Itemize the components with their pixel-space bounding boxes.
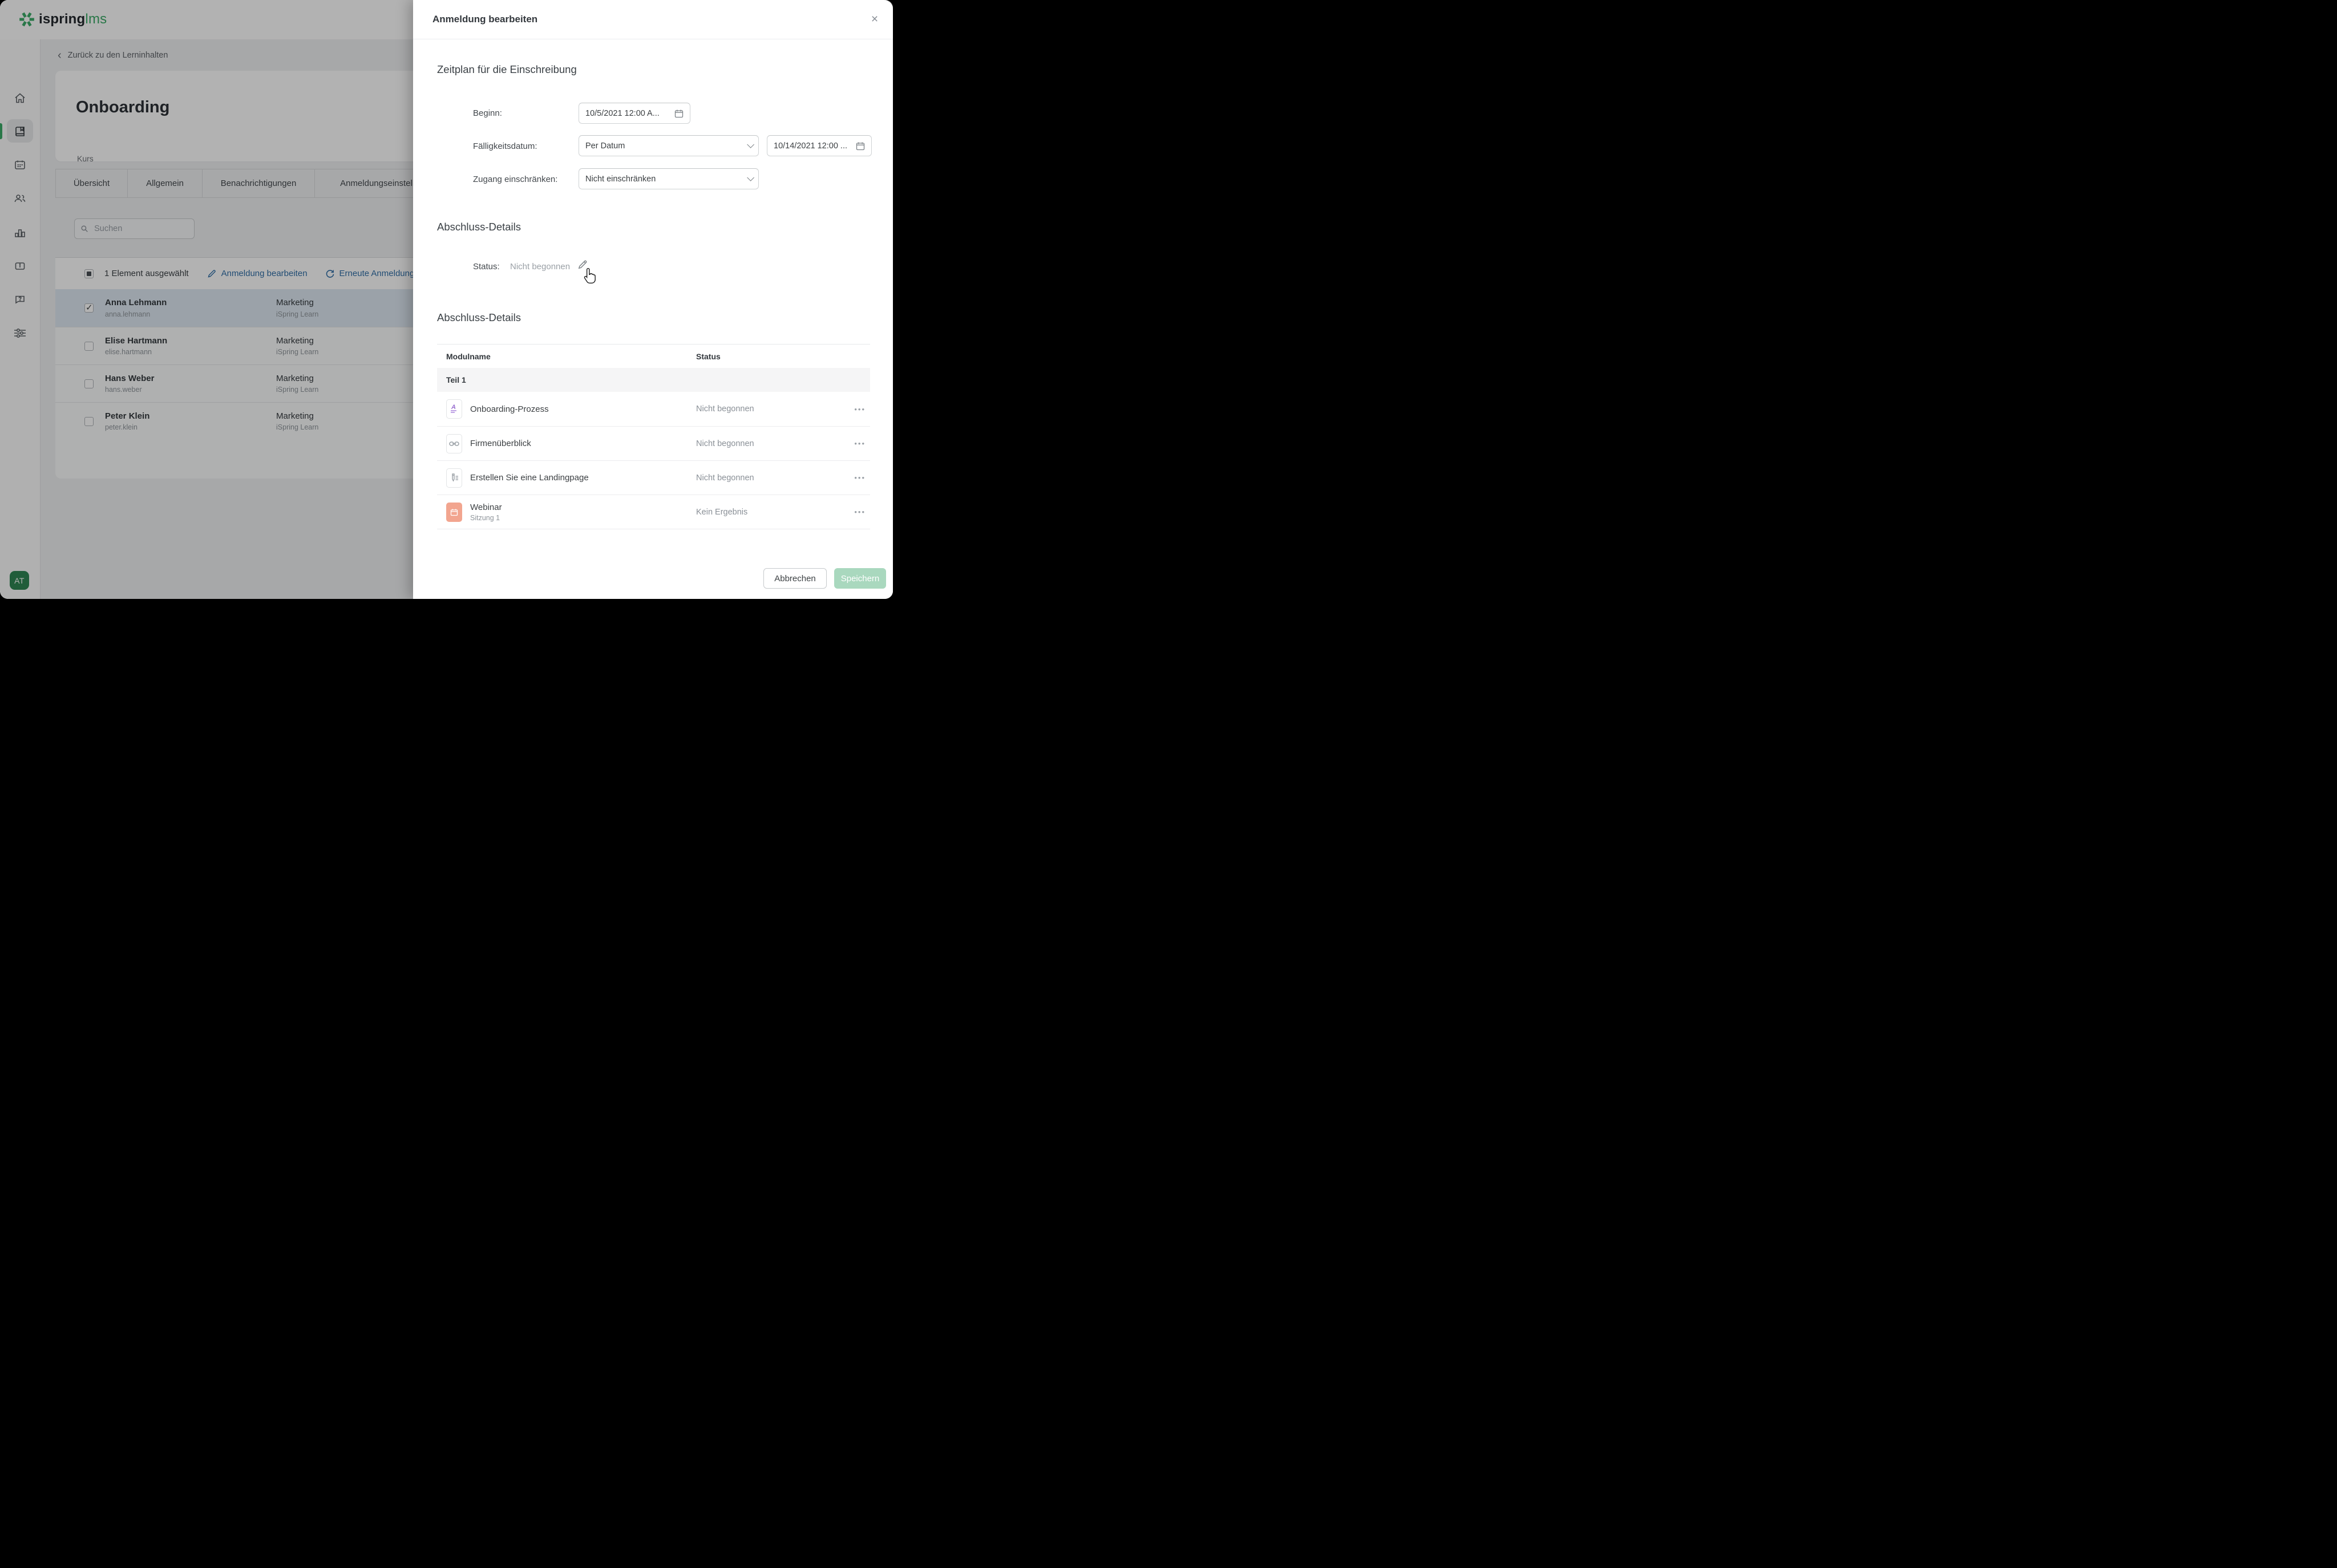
chevron-down-icon: [747, 141, 754, 148]
col-header-status: Status: [696, 352, 847, 361]
module-status: Nicht begonnen: [696, 473, 847, 483]
module-status: Nicht begonnen: [696, 439, 847, 448]
begin-label: Beginn:: [473, 108, 502, 118]
module-status: Nicht begonnen: [696, 404, 847, 414]
module-title: Firmenüberblick: [470, 439, 696, 448]
kebab-menu-icon[interactable]: •••: [847, 405, 870, 414]
module-subtitle: Sitzung 1: [470, 514, 696, 522]
kebab-menu-icon[interactable]: •••: [847, 508, 870, 516]
link-icon: [446, 434, 462, 453]
module-table-header: Modulname Status: [437, 344, 870, 368]
module-row-onboarding-prozess[interactable]: A Onboarding-Prozess Nicht begonnen •••: [437, 392, 870, 426]
chevron-down-icon: [747, 174, 754, 181]
modal-header: Anmeldung bearbeiten ×: [413, 0, 893, 39]
completion-section-heading: Abschluss-Details: [437, 221, 521, 233]
due-date-value: 10/14/2021 12:00 ...: [774, 141, 851, 151]
screenshot-stage: ispringlms AT: [0, 0, 895, 600]
modal-footer: Abbrechen Speichern: [413, 559, 893, 599]
begin-date-input[interactable]: 10/5/2021 12:00 A...: [579, 103, 690, 124]
module-title: Webinar: [470, 503, 696, 512]
cancel-button[interactable]: Abbrechen: [763, 568, 827, 589]
presentation-icon: A: [446, 399, 462, 419]
close-icon[interactable]: ×: [867, 11, 883, 27]
modal-body: Zeitplan für die Einschreibung Beginn: 1…: [413, 39, 893, 559]
module-status: Kein Ergebnis: [696, 508, 847, 517]
module-row-firmenueberblick[interactable]: Firmenüberblick Nicht begonnen •••: [437, 426, 870, 460]
module-row-webinar[interactable]: Webinar Sitzung 1 Kein Ergebnis •••: [437, 495, 870, 529]
module-group-row: Teil 1: [437, 368, 870, 392]
schedule-section-heading: Zeitplan für die Einschreibung: [437, 63, 577, 76]
edit-enrollment-modal: Anmeldung bearbeiten × Zeitplan für die …: [413, 0, 893, 599]
webinar-icon: [446, 503, 462, 522]
assignment-icon: [446, 468, 462, 488]
due-mode-value: Per Datum: [585, 141, 747, 151]
restrict-access-label: Zugang einschränken:: [473, 175, 557, 184]
module-table: Modulname Status Teil 1 A Onboarding-Pro…: [437, 344, 870, 529]
due-mode-select[interactable]: Per Datum: [579, 135, 759, 156]
edit-status-button[interactable]: [577, 259, 588, 273]
due-date-label: Fälligkeitsdatum:: [473, 141, 537, 151]
save-button[interactable]: Speichern: [834, 568, 886, 589]
restrict-access-select[interactable]: Nicht einschränken: [579, 168, 759, 189]
kebab-menu-icon[interactable]: •••: [847, 473, 870, 482]
due-date-input[interactable]: 10/14/2021 12:00 ...: [767, 135, 872, 156]
status-label: Status:: [473, 262, 500, 272]
svg-text:A: A: [451, 404, 456, 411]
begin-date-value: 10/5/2021 12:00 A...: [585, 109, 670, 118]
module-title: Onboarding-Prozess: [470, 404, 696, 414]
pencil-icon: [577, 259, 588, 270]
status-value: Nicht begonnen: [510, 262, 570, 272]
kebab-menu-icon[interactable]: •••: [847, 439, 870, 448]
calendar-icon: [674, 109, 684, 118]
app-window: ispringlms AT: [0, 0, 893, 599]
module-row-landingpage[interactable]: Erstellen Sie eine Landingpage Nicht beg…: [437, 460, 870, 495]
calendar-icon: [856, 141, 865, 151]
completion-details-heading: Abschluss-Details: [437, 311, 521, 324]
col-header-module: Modulname: [437, 352, 696, 361]
module-title: Erstellen Sie eine Landingpage: [470, 473, 696, 483]
restrict-access-value: Nicht einschränken: [585, 175, 747, 184]
modal-title: Anmeldung bearbeiten: [432, 14, 537, 25]
module-rows: A Onboarding-Prozess Nicht begonnen ••• …: [437, 392, 870, 529]
